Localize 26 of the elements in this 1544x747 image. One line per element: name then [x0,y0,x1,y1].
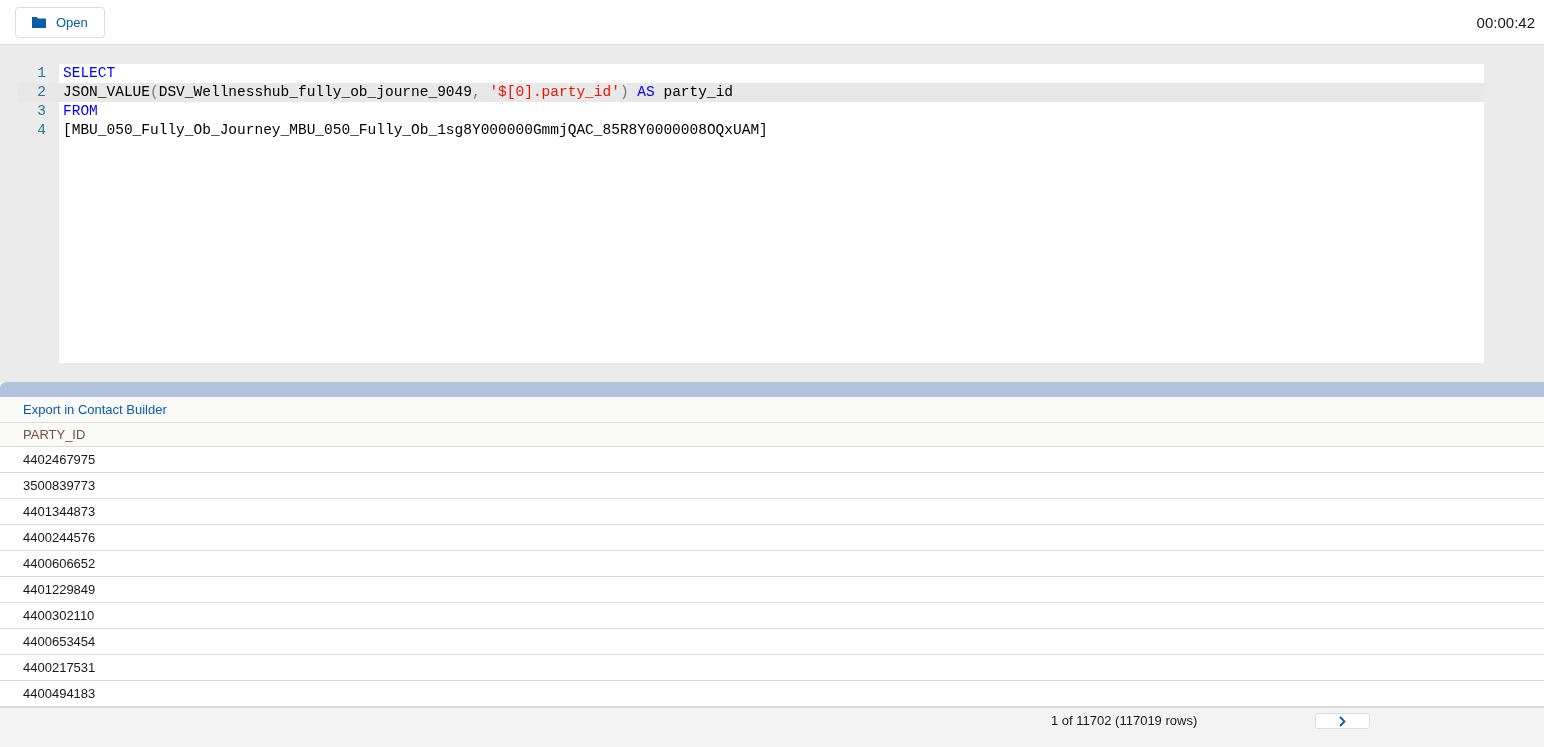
line-number: 2 [36,83,46,102]
table-cell: 4400302110 [23,608,95,623]
timer: 00:00:42 [1476,13,1535,31]
table-cell: 4402467975 [23,452,96,467]
table-cell: 3500839773 [23,478,96,493]
code-line: FROM [63,102,98,121]
export-link[interactable]: Export in Contact Builder [23,402,167,417]
table-cell: 4401229849 [23,582,96,597]
chevron-right-icon [1339,715,1346,727]
folder-icon [32,16,46,28]
next-page-button[interactable] [1315,713,1370,729]
open-button[interactable]: Open [15,6,105,38]
code-line: [MBU_050_Fully_Ob_Journey_MBU_050_Fully_Ob_1sg8Y000000GmmjQAC_85R8Y0000008OQxUAM] [63,121,768,140]
table-cell: 4400217531 [23,660,96,675]
pager-text: 1 of 11702 (117019 rows) [1051,713,1199,729]
column-header: PARTY_ID [23,427,86,442]
line-number: 1 [36,64,46,83]
line-number: 3 [36,102,46,121]
table-cell: 4400606652 [23,556,96,571]
table-cell: 4400653454 [23,634,96,649]
table-cell: 4400244576 [23,530,96,545]
code-line: SELECT [63,64,116,83]
table-cell: 4401344873 [23,504,96,519]
line-number: 4 [36,121,46,140]
highlighted-code-line: JSON_VALUE(DSV_Wellnesshub_fully_ob_journe_9049, '$[0].party_id') AS party_id [63,83,734,102]
table-cell: 4400494183 [23,686,96,701]
